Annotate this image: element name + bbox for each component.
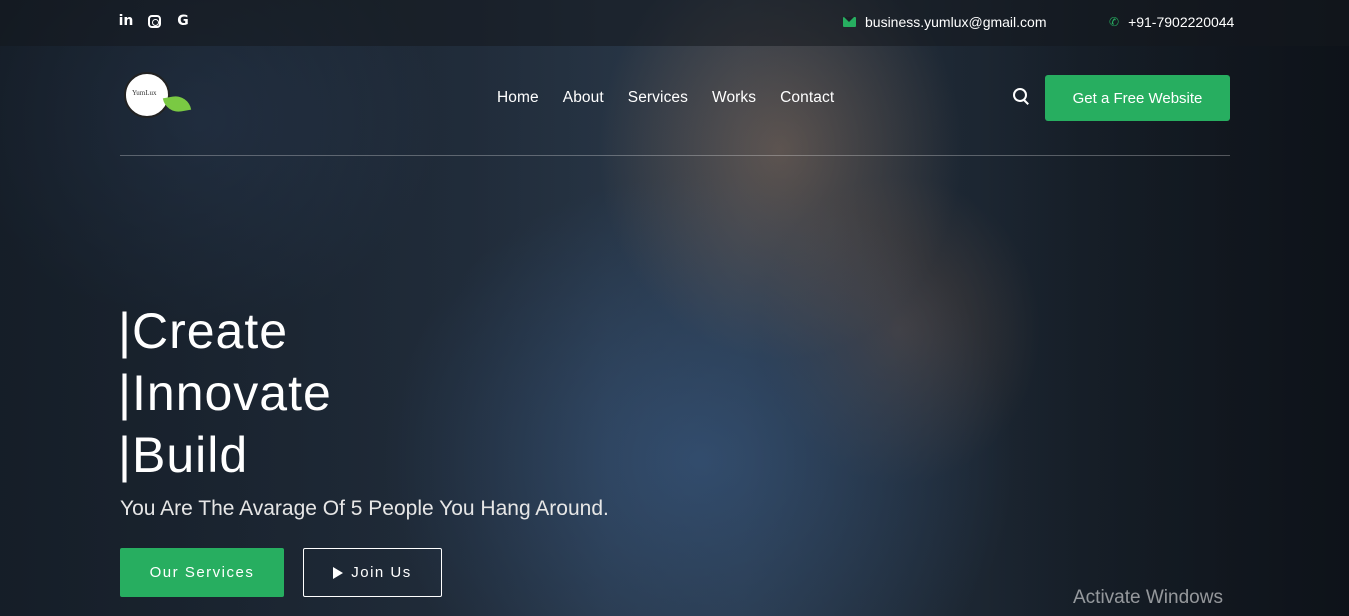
nav-contact[interactable]: Contact xyxy=(780,89,834,107)
play-icon xyxy=(333,566,344,579)
logo-text: YumLux xyxy=(132,89,157,97)
phone-icon: ✆ xyxy=(1109,15,1120,29)
headline-line-build: |Build xyxy=(118,427,249,483)
search-icon[interactable] xyxy=(1013,88,1029,104)
nav-home[interactable]: Home xyxy=(497,89,539,107)
join-us-label: Join Us xyxy=(351,564,412,581)
get-free-website-button[interactable]: Get a Free Website xyxy=(1045,75,1230,121)
google-icon[interactable]: G xyxy=(175,13,191,29)
nav-about[interactable]: About xyxy=(563,89,604,107)
social-links: in G xyxy=(118,13,191,29)
our-services-button[interactable]: Our Services xyxy=(120,548,284,597)
header-divider xyxy=(120,155,1230,156)
headline-line-innovate: |Innovate xyxy=(118,365,332,421)
email-text: business.yumlux@gmail.com xyxy=(865,14,1047,30)
email-contact[interactable]: business.yumlux@gmail.com xyxy=(843,14,1047,30)
phone-text: +91-7902220044 xyxy=(1128,14,1235,30)
envelope-icon xyxy=(843,17,856,27)
main-nav: Home About Services Works Contact xyxy=(497,89,834,107)
top-bar: in G business.yumlux@gmail.com ✆ +91-790… xyxy=(0,0,1349,46)
instagram-icon[interactable] xyxy=(148,14,161,28)
hero-headline: |Create |Innovate |Build xyxy=(118,300,332,486)
headline-line-create: |Create xyxy=(118,303,289,359)
nav-services[interactable]: Services xyxy=(628,89,688,107)
hero-tagline: You Are The Avarage Of 5 People You Hang… xyxy=(120,497,609,520)
site-logo[interactable]: YumLux xyxy=(124,72,192,118)
activate-windows-watermark: Activate Windows xyxy=(1073,587,1223,608)
linkedin-icon[interactable]: in xyxy=(118,13,134,29)
join-us-button[interactable]: Join Us xyxy=(303,548,442,597)
phone-contact[interactable]: ✆ +91-7902220044 xyxy=(1109,14,1234,30)
nav-works[interactable]: Works xyxy=(712,89,756,107)
